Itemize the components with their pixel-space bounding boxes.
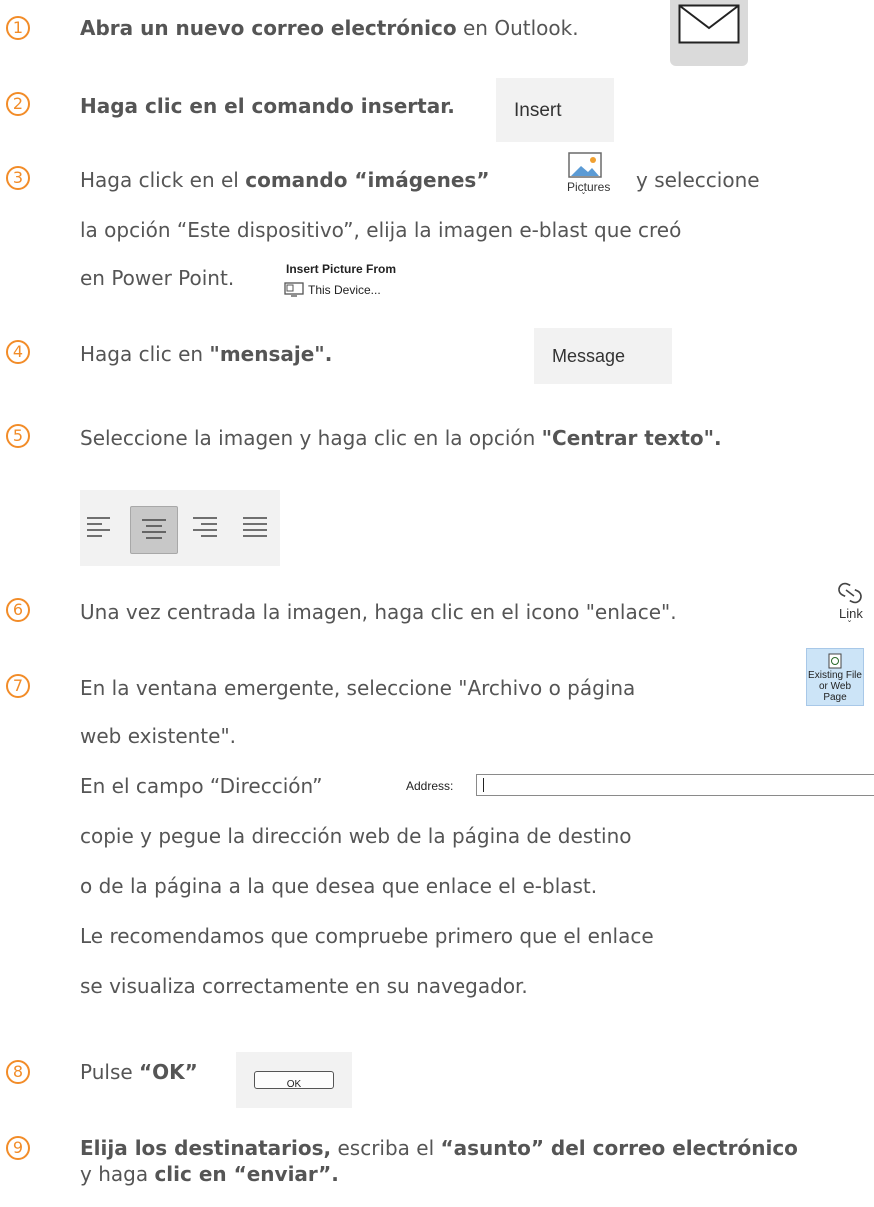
insert-tab[interactable]: Insert: [496, 78, 614, 142]
text-segment: en Outlook.: [456, 16, 579, 40]
text-segment: y haga: [80, 1162, 155, 1186]
text-segment: la opción “Este dispositivo”, elija la i…: [80, 218, 682, 242]
pictures-button[interactable]: Pictures ˇ: [556, 150, 616, 210]
step-number: 3: [6, 166, 30, 190]
picture-icon: [568, 152, 602, 178]
align-left-icon[interactable]: [86, 516, 112, 538]
text-cursor: [483, 778, 484, 792]
bold-segment: "mensaje".: [209, 342, 333, 366]
insert-tab-label: Insert: [514, 100, 562, 121]
message-tab-label: Message: [552, 346, 626, 366]
text-segment: o de la página a la que desea que enlace…: [80, 874, 598, 898]
step-number: 8: [6, 1060, 30, 1084]
step-text: y haga clic en “enviar”.: [80, 1160, 339, 1188]
step-text: la opción “Este dispositivo”, elija la i…: [80, 216, 681, 244]
text-segment: web existente".: [80, 724, 237, 748]
step-text: se visualiza correctamente en su navegad…: [80, 972, 528, 1000]
link-icon: [838, 582, 862, 604]
text-segment: escriba el: [331, 1136, 441, 1160]
text-segment: en Power Point.: [80, 266, 235, 290]
step-text: Abra un nuevo correo electrónico en Outl…: [80, 14, 579, 42]
step-text: Una vez centrada la imagen, haga clic en…: [80, 598, 677, 626]
text-segment: y seleccione: [636, 168, 760, 192]
step-text: En el campo “Dirección”: [80, 772, 322, 800]
bold-segment: Haga clic en el comando insertar.: [80, 94, 455, 118]
ok-button-frame: OK: [236, 1052, 352, 1108]
bold-segment: “asunto” del correo electrónico: [440, 1136, 798, 1160]
step-text: Elija los destinatarios, escriba el “asu…: [80, 1134, 798, 1162]
step-text: Seleccione la imagen y haga clic en la o…: [80, 424, 722, 452]
step-text: en Power Point.: [80, 264, 234, 292]
envelope-icon: [678, 4, 740, 44]
step-number: 9: [6, 1136, 30, 1160]
instructions-page: 1 Abra un nuevo correo electrónico en Ou…: [0, 0, 874, 1207]
step-number: 1: [6, 16, 30, 40]
step-text: y seleccione: [636, 166, 760, 194]
step-number: 6: [6, 598, 30, 622]
step-text: Haga clic en el comando insertar.: [80, 92, 455, 120]
bold-segment: Elija los destinatarios,: [80, 1136, 332, 1160]
dropdown-chevron-icon: ˇ: [847, 620, 852, 631]
alignment-toolbar: [80, 490, 280, 566]
text-segment: Una vez centrada la imagen, haga clic en…: [80, 600, 677, 624]
bold-segment: Abra un nuevo correo electrónico: [80, 16, 457, 40]
message-tab[interactable]: Message: [534, 328, 672, 384]
text-segment: Haga clic en: [80, 342, 210, 366]
text-segment: Haga click en el: [80, 168, 246, 192]
bold-segment: “OK”: [139, 1060, 198, 1084]
insert-picture-from-heading: Insert Picture From: [286, 262, 397, 276]
text-segment: Le recomendamos que compruebe primero qu…: [80, 924, 654, 948]
ok-label: OK: [286, 1079, 302, 1090]
existing-file-button[interactable]: Existing File or Web Page: [806, 648, 864, 706]
bold-segment: clic en “enviar”.: [154, 1162, 339, 1186]
link-label: Link: [839, 606, 863, 621]
align-center-button[interactable]: [130, 506, 178, 554]
step-text: copie y pegue la dirección web de la pág…: [80, 822, 632, 850]
dropdown-chevron-icon: ˇ: [581, 192, 586, 203]
text-segment: En la ventana emergente, seleccione "Arc…: [80, 676, 636, 700]
monitor-icon: [284, 282, 304, 297]
existing-file-label-1: Existing File: [808, 670, 862, 681]
step-text: o de la página a la que desea que enlace…: [80, 872, 597, 900]
align-center-icon: [142, 519, 166, 539]
bold-segment: comando “imágenes”: [245, 168, 490, 192]
existing-file-label-2: or Web Page: [818, 681, 852, 703]
step-number: 4: [6, 340, 30, 364]
step-text: Haga click en el comando “imágenes”: [80, 166, 489, 194]
step-text: Pulse “OK”: [80, 1058, 198, 1086]
step-text: Haga clic en "mensaje".: [80, 340, 332, 368]
address-input[interactable]: [476, 774, 874, 796]
text-segment: copie y pegue la dirección web de la pág…: [80, 824, 632, 848]
step-text: Le recomendamos que compruebe primero qu…: [80, 922, 654, 950]
link-button[interactable]: Link ˇ: [828, 576, 872, 638]
new-email-button[interactable]: [670, 0, 748, 66]
step-number: 5: [6, 424, 30, 448]
step-number: 7: [6, 674, 30, 698]
justify-icon[interactable]: [242, 516, 268, 538]
text-segment: En el campo “Dirección”: [80, 774, 323, 798]
step-text: web existente".: [80, 722, 236, 750]
file-globe-icon: [828, 653, 842, 669]
this-device-label: This Device...: [308, 283, 381, 297]
text-segment: Seleccione la imagen y haga clic en la o…: [80, 426, 542, 450]
ok-button[interactable]: OK: [254, 1071, 334, 1090]
text-segment: Pulse: [80, 1060, 140, 1084]
text-segment: se visualiza correctamente en su navegad…: [80, 974, 528, 998]
step-text: En la ventana emergente, seleccione "Arc…: [80, 674, 635, 702]
align-right-icon[interactable]: [192, 516, 218, 538]
address-label: Address:: [406, 779, 454, 793]
step-number: 2: [6, 92, 30, 116]
bold-segment: "Centrar texto".: [541, 426, 722, 450]
this-device-option[interactable]: This Device...: [280, 280, 400, 302]
pictures-label: Pictures: [567, 180, 611, 194]
